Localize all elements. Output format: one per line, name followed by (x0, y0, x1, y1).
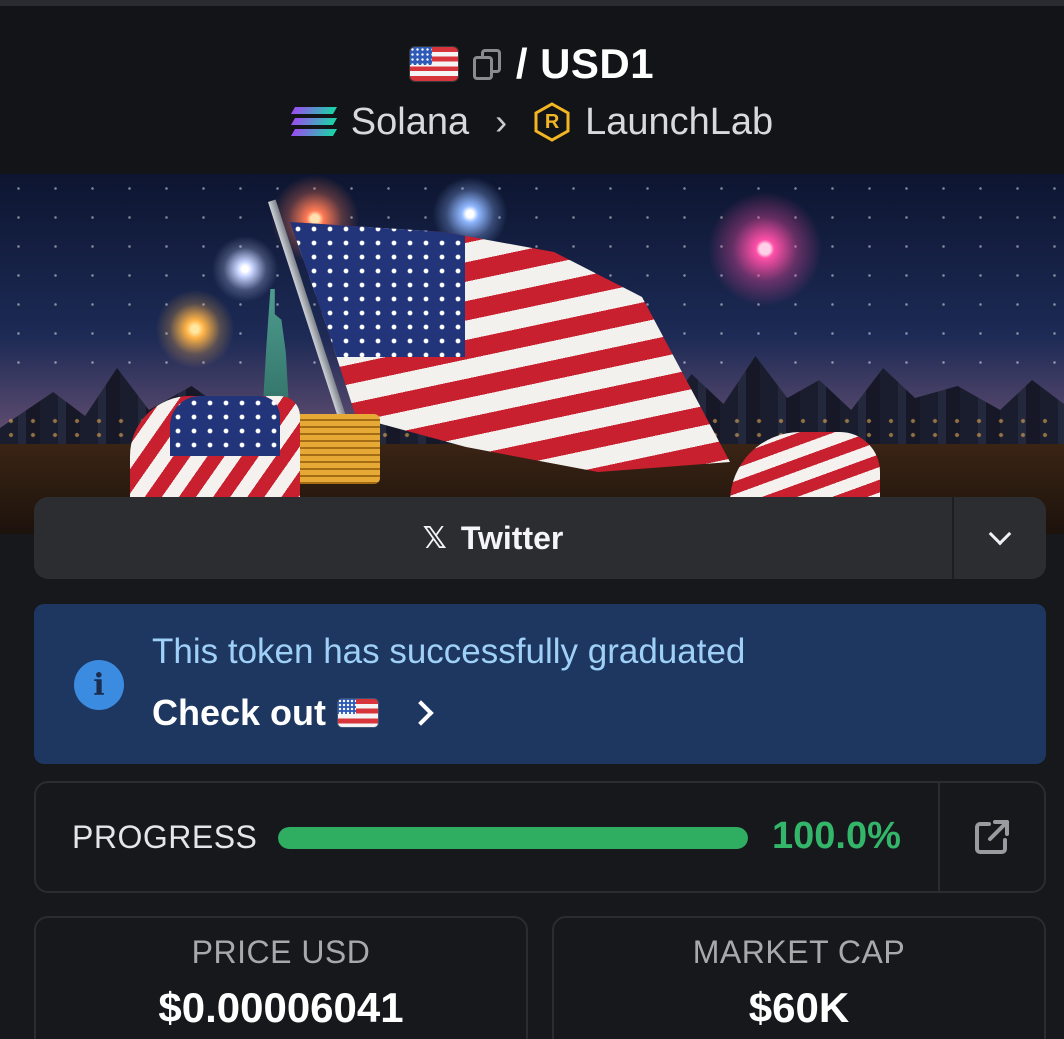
solana-icon (290, 103, 337, 141)
open-external-button[interactable] (940, 783, 1044, 891)
external-link-icon (975, 820, 1009, 854)
notice-message: This token has successfully graduated (152, 632, 746, 671)
market-cap-value: $60K (748, 984, 850, 1031)
market-cap-card: MARKET CAP $60K (552, 916, 1046, 1039)
us-flag-icon (338, 699, 379, 727)
us-flag-icon (409, 47, 458, 81)
price-usd-label: PRICE USD (191, 934, 371, 970)
price-usd-value: $0.00006041 (158, 984, 404, 1031)
chevron-down-icon (988, 522, 1012, 546)
progress-label: PROGRESS (72, 819, 258, 855)
social-links-bar: 𝕏 Twitter (34, 497, 1046, 579)
x-logo-icon: 𝕏 (422, 521, 447, 555)
copy-icon[interactable] (470, 46, 504, 82)
progress-bar-fill (278, 827, 748, 849)
chevron-right-icon: › (495, 101, 508, 142)
price-usd-card: PRICE USD $0.00006041 (34, 916, 528, 1039)
progress-percent: 100.0% (772, 815, 901, 857)
platform-name[interactable]: LaunchLab (585, 101, 773, 144)
progress-bar (278, 827, 748, 849)
chain-name[interactable]: Solana (351, 101, 469, 144)
chain-breadcrumb: Solana › R LaunchLab (0, 96, 1064, 148)
token-title-row: / USD1 (0, 36, 1064, 92)
title-separator: / (515, 40, 529, 87)
token-header: / USD1 Solana › R LaunchLab (0, 6, 1064, 174)
market-cap-label: MARKET CAP (692, 934, 906, 970)
token-symbol: USD1 (540, 40, 655, 87)
progress-main: PROGRESS 100.0% (36, 783, 938, 891)
twitter-label: Twitter (460, 519, 564, 556)
social-dropdown-button[interactable] (954, 497, 1046, 579)
info-icon: i (74, 660, 124, 710)
launchlab-icon: R (533, 102, 571, 142)
token-banner-image (0, 174, 1064, 534)
check-out-label: Check out (152, 692, 327, 733)
chevron-right-icon (408, 700, 434, 726)
bonding-progress: PROGRESS 100.0% (34, 781, 1046, 893)
check-out-link[interactable]: Check out (152, 692, 434, 734)
graduated-notice: i This token has successfully graduated … (34, 604, 1046, 764)
twitter-button[interactable]: 𝕏 Twitter (34, 497, 952, 579)
